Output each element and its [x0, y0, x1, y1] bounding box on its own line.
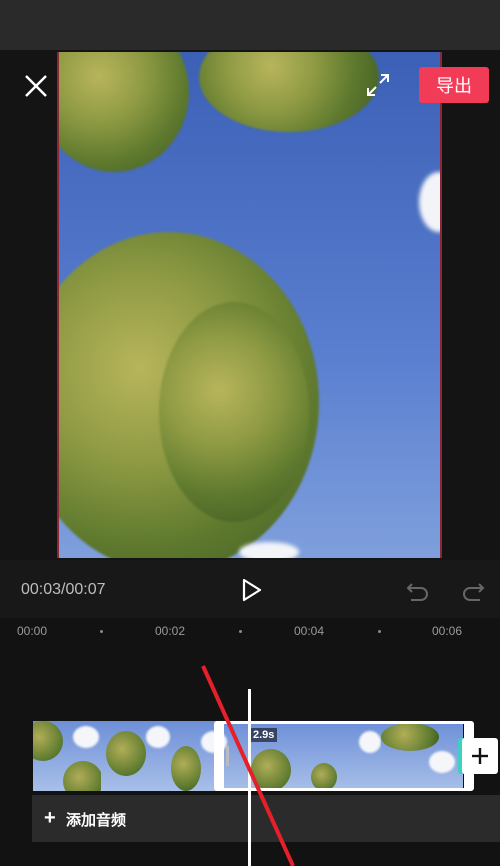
playhead[interactable] [248, 689, 251, 866]
plus-icon [472, 748, 488, 764]
redo-button[interactable] [460, 578, 486, 602]
video-preview [57, 52, 442, 558]
ruler-tick: 00:02 [155, 624, 186, 638]
ruler-tick: 00:06 [432, 624, 463, 638]
trim-handle[interactable] [226, 746, 229, 766]
undo-icon [406, 583, 428, 601]
close-icon [25, 75, 47, 97]
close-button[interactable] [22, 72, 50, 100]
timecode: 00:03/00:07 [21, 581, 106, 598]
ruler-tick: 00:00 [17, 624, 48, 638]
ruler-dot [239, 630, 242, 633]
clip-thumbnail [33, 721, 101, 791]
export-button[interactable]: 导出 [419, 67, 489, 103]
add-clip-button[interactable] [462, 738, 498, 774]
plus-icon: + [44, 807, 56, 829]
fullscreen-button[interactable] [365, 72, 391, 98]
ruler-tick: 00:04 [294, 624, 325, 638]
fullscreen-icon [367, 74, 389, 96]
clip-duration-badge: 2.9s [250, 728, 278, 742]
add-audio-button[interactable]: + 添加音频 [32, 795, 500, 842]
play-icon [242, 578, 262, 602]
play-button[interactable] [237, 576, 265, 604]
time-ruler: 00:00 00:02 00:04 00:06 [0, 618, 500, 648]
ruler-dot [378, 630, 381, 633]
undo-button[interactable] [405, 578, 431, 602]
status-bar [0, 0, 500, 50]
add-audio-label: 添加音频 [66, 812, 127, 829]
clip-thumbnail [101, 721, 171, 791]
ruler-dot [100, 630, 103, 633]
redo-icon [463, 583, 485, 601]
